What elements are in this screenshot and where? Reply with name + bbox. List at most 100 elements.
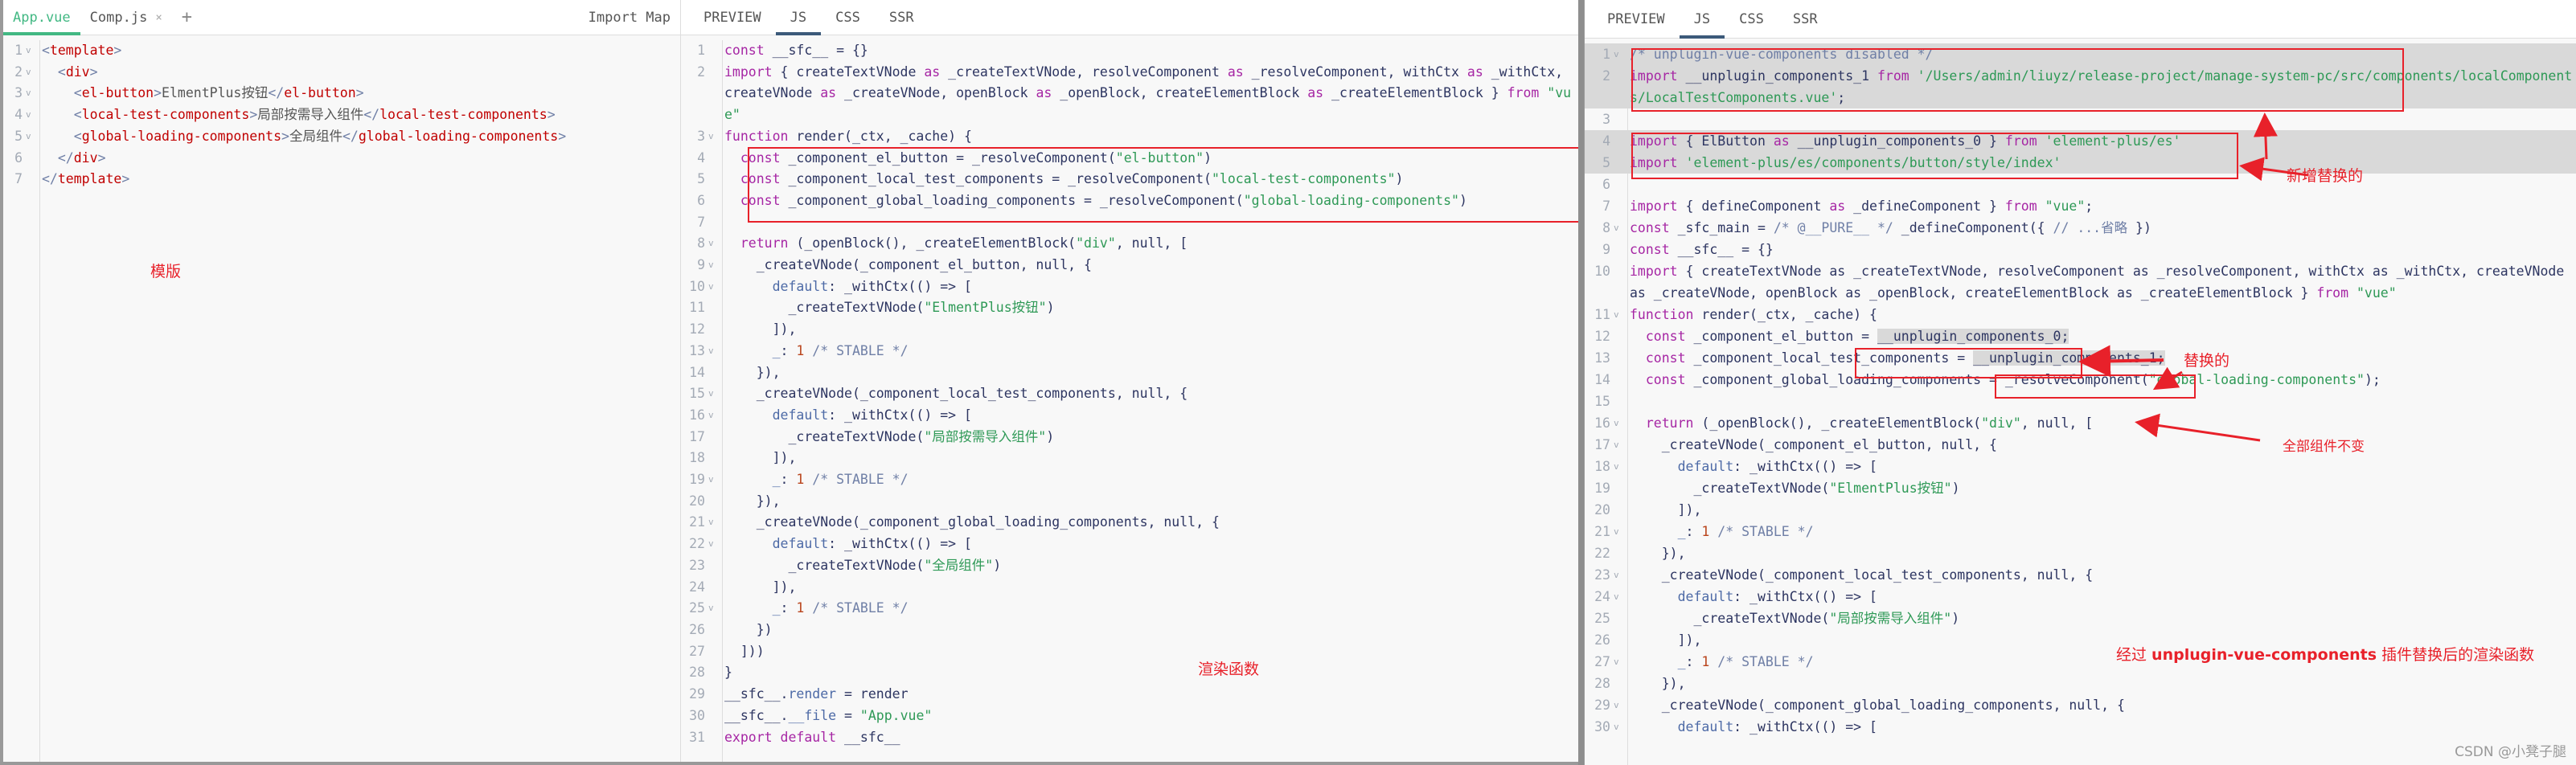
code-line: 20 ]), <box>1585 499 2576 521</box>
fold-chevron-icon <box>1614 239 1626 260</box>
line-text: _createVNode(_component_local_test_compo… <box>1630 567 2094 583</box>
fold-chevron-icon <box>708 169 721 190</box>
code-line: 30 __sfc__.__file = "App.vue" <box>681 706 1578 727</box>
add-file-button[interactable]: + <box>172 0 202 35</box>
fold-chevron-icon[interactable]: v <box>26 83 39 104</box>
fold-chevron-icon[interactable]: v <box>1614 412 1626 434</box>
code-line: 4v <local-test-components>局部按需导入组件</loca… <box>3 104 680 126</box>
tab-app-vue[interactable]: App.vue <box>3 0 80 35</box>
fold-chevron-icon <box>708 190 721 212</box>
fold-chevron-icon[interactable]: v <box>26 62 39 84</box>
fold-chevron-icon[interactable]: v <box>26 104 39 126</box>
line-text: const _component_local_test_components =… <box>740 171 1404 187</box>
line-text: }), <box>1630 676 1686 691</box>
fold-chevron-icon[interactable]: v <box>708 233 721 255</box>
line-number: 23 <box>689 557 705 573</box>
fold-chevron-icon[interactable]: v <box>708 383 721 405</box>
code-lines: 1 v <template> 2 v <div> 3 v <el-button>Elment… <box>3 40 680 190</box>
line-text: _createTextVNode("全局组件") <box>724 557 1002 573</box>
line-text: _: 1 /* STABLE */ <box>772 472 909 488</box>
line-number: 6 <box>697 192 705 208</box>
fold-chevron-icon <box>708 620 721 641</box>
line-text <box>1626 174 2576 195</box>
code-line: 30 v default: _withCtx(() => [ <box>1585 716 2576 738</box>
tab-css[interactable]: CSS <box>1725 0 1778 38</box>
code-editor[interactable]: 1 v <template> 2 v <div> 3 v <el-button>Elment… <box>3 40 680 765</box>
code-line: 26 }) <box>681 620 1578 641</box>
line-text: _createTextVNode("ElmentPlus按钮") <box>1630 481 1960 496</box>
tab-comp-js[interactable]: Comp.js × <box>80 0 172 35</box>
line-number: 1 <box>14 43 23 58</box>
fold-chevron-icon[interactable]: v <box>1614 694 1626 716</box>
line-number: 28 <box>689 665 705 681</box>
tab-ssr[interactable]: SSR <box>875 0 929 35</box>
code-line: 7 <box>681 212 1578 234</box>
code-line: 27 ])) <box>681 641 1578 663</box>
fold-chevron-icon <box>708 555 721 577</box>
line-number: 20 <box>689 493 705 509</box>
fold-chevron-icon[interactable]: v <box>1614 456 1626 477</box>
tab-ssr[interactable]: SSR <box>1778 0 1832 38</box>
fold-chevron-icon <box>708 577 721 599</box>
line-text: }), <box>724 364 781 380</box>
fold-chevron-icon[interactable]: v <box>26 40 39 62</box>
fold-chevron-icon[interactable]: v <box>708 276 721 298</box>
tab-js[interactable]: JS <box>775 0 822 35</box>
tab-css[interactable]: CSS <box>821 0 875 35</box>
import-map-tab[interactable]: Import Map <box>579 0 680 35</box>
line-number: 11 <box>689 300 705 316</box>
fold-chevron-icon[interactable]: v <box>1614 217 1626 239</box>
fold-chevron-icon[interactable]: v <box>708 341 721 362</box>
line-number: 16 <box>689 407 705 423</box>
line-text: _: 1 /* STABLE */ <box>772 342 909 358</box>
code-line: 16 v default: _withCtx(() => [ <box>681 405 1578 427</box>
line-text: _createVNode(_component_global_loading_c… <box>1630 698 2125 713</box>
code-line: 2v <div> <box>3 62 680 84</box>
horizontal-scrollbar[interactable] <box>0 762 1578 765</box>
fold-chevron-icon[interactable]: v <box>708 255 721 276</box>
line-text: const __sfc__ = {} <box>1630 242 1774 257</box>
transformed-output-pane: PREVIEW JS CSS SSR 1 v/* unplugin-vue-com… <box>1585 0 2576 765</box>
line-text: _createVNode(_component_el_button, null,… <box>724 257 1092 273</box>
fold-chevron-icon[interactable]: v <box>708 598 721 620</box>
line-text: </div> <box>57 149 106 166</box>
code-lines: 1 const __sfc__ = {} 2 import { createTextV… <box>681 40 1578 748</box>
line-text: const _component_global_loading_componen… <box>740 192 1467 208</box>
fold-chevron-icon[interactable]: v <box>1614 586 1626 608</box>
line-number: 20 <box>1594 502 1610 518</box>
fold-chevron-icon[interactable]: v <box>1614 564 1626 586</box>
line-number: 5 <box>1602 155 1610 170</box>
fold-chevron-icon[interactable]: v <box>708 405 721 427</box>
fold-chevron-icon[interactable]: v <box>1614 43 1626 65</box>
fold-chevron-icon[interactable]: v <box>1614 434 1626 456</box>
tab-js[interactable]: JS <box>1679 0 1725 39</box>
fold-chevron-icon[interactable]: v <box>708 512 721 534</box>
tab-preview[interactable]: PREVIEW <box>1593 0 1680 38</box>
fold-chevron-icon[interactable]: v <box>1614 716 1626 738</box>
fold-chevron-icon[interactable]: v <box>1614 521 1626 542</box>
line-number: 27 <box>1594 654 1610 669</box>
screenshot-before: App.vue Comp.js × + Import Map 1 v <templa… <box>0 0 1578 765</box>
fold-chevron-icon <box>1614 499 1626 521</box>
close-icon[interactable]: × <box>155 11 162 24</box>
line-text: const _component_local_test_components =… <box>1645 350 2165 366</box>
tab-preview[interactable]: PREVIEW <box>689 0 776 35</box>
fold-chevron-icon[interactable]: v <box>1614 651 1626 673</box>
line-text: import 'element-plus/es/components/butto… <box>1630 155 2061 170</box>
line-number: 4 <box>14 107 23 123</box>
line-number: 23 <box>1594 567 1610 583</box>
fold-chevron-icon <box>708 662 721 684</box>
code-line: 3 <box>1585 108 2576 130</box>
line-text: <template> <box>42 43 122 58</box>
annotation-render-function-label: 渲染函数 <box>1198 661 1260 678</box>
fold-chevron-icon[interactable]: v <box>1614 304 1626 325</box>
code-line: 25 _createTextVNode("局部按需导入组件") <box>1585 608 2576 629</box>
code-line: 21 v _createVNode(_component_global_loadi… <box>681 512 1578 534</box>
fold-chevron-icon[interactable]: v <box>708 534 721 555</box>
fold-chevron-icon[interactable]: v <box>26 126 39 148</box>
line-text: _createVNode(_component_global_loading_c… <box>724 514 1220 530</box>
line-number: 28 <box>1594 676 1610 691</box>
fold-chevron-icon[interactable]: v <box>708 469 721 491</box>
line-text: ]), <box>1630 502 1702 518</box>
fold-chevron-icon[interactable]: v <box>708 126 721 148</box>
